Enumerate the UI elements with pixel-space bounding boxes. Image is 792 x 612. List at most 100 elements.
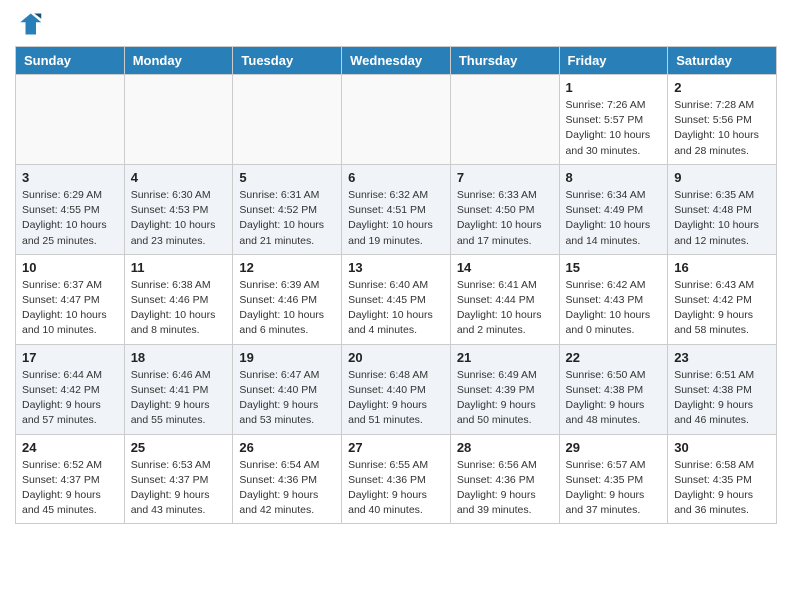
day-info: Sunrise: 6:38 AM Sunset: 4:46 PM Dayligh… (131, 278, 227, 339)
day-cell: 9 Sunrise: 6:35 AM Sunset: 4:48 PM Daylig… (668, 164, 777, 254)
day-info: Sunrise: 6:58 AM Sunset: 4:35 PM Dayligh… (674, 458, 770, 519)
day-cell: 15 Sunrise: 6:42 AM Sunset: 4:43 PM Dayli… (559, 254, 668, 344)
day-number: 18 (131, 350, 227, 365)
day-info: Sunrise: 6:37 AM Sunset: 4:47 PM Dayligh… (22, 278, 118, 339)
day-number: 9 (674, 170, 770, 185)
day-number: 4 (131, 170, 227, 185)
day-number: 13 (348, 260, 444, 275)
day-number: 20 (348, 350, 444, 365)
day-number: 24 (22, 440, 118, 455)
day-info: Sunrise: 6:46 AM Sunset: 4:41 PM Dayligh… (131, 368, 227, 429)
day-info: Sunrise: 6:48 AM Sunset: 4:40 PM Dayligh… (348, 368, 444, 429)
day-cell: 14 Sunrise: 6:41 AM Sunset: 4:44 PM Dayli… (450, 254, 559, 344)
day-cell: 30 Sunrise: 6:58 AM Sunset: 4:35 PM Dayli… (668, 434, 777, 524)
day-cell: 7 Sunrise: 6:33 AM Sunset: 4:50 PM Daylig… (450, 164, 559, 254)
day-number: 3 (22, 170, 118, 185)
logo (15, 10, 47, 38)
day-cell: 22 Sunrise: 6:50 AM Sunset: 4:38 PM Dayli… (559, 344, 668, 434)
day-cell (124, 75, 233, 165)
day-cell: 3 Sunrise: 6:29 AM Sunset: 4:55 PM Daylig… (16, 164, 125, 254)
day-info: Sunrise: 7:26 AM Sunset: 5:57 PM Dayligh… (566, 98, 662, 159)
day-number: 7 (457, 170, 553, 185)
day-cell (450, 75, 559, 165)
day-info: Sunrise: 6:31 AM Sunset: 4:52 PM Dayligh… (239, 188, 335, 249)
day-cell (233, 75, 342, 165)
day-number: 23 (674, 350, 770, 365)
day-cell: 29Sunrise: 6:57 AM Sunset: 4:35 PM Dayli… (559, 434, 668, 524)
day-cell: 2 Sunrise: 7:28 AM Sunset: 5:56 PM Daylig… (668, 75, 777, 165)
day-number: 30 (674, 440, 770, 455)
day-info: Sunrise: 6:55 AM Sunset: 4:36 PM Dayligh… (348, 458, 444, 519)
week-row-5: 24Sunrise: 6:52 AM Sunset: 4:37 PM Dayli… (16, 434, 777, 524)
day-number: 19 (239, 350, 335, 365)
day-info: Sunrise: 6:51 AM Sunset: 4:38 PM Dayligh… (674, 368, 770, 429)
day-info: Sunrise: 6:54 AM Sunset: 4:36 PM Dayligh… (239, 458, 335, 519)
day-info: Sunrise: 6:53 AM Sunset: 4:37 PM Dayligh… (131, 458, 227, 519)
day-cell: 26 Sunrise: 6:54 AM Sunset: 4:36 PM Dayli… (233, 434, 342, 524)
day-cell: 12Sunrise: 6:39 AM Sunset: 4:46 PM Dayli… (233, 254, 342, 344)
logo-icon (15, 10, 43, 38)
day-number: 2 (674, 80, 770, 95)
day-cell: 17 Sunrise: 6:44 AM Sunset: 4:42 PM Dayli… (16, 344, 125, 434)
day-info: Sunrise: 6:39 AM Sunset: 4:46 PM Dayligh… (239, 278, 335, 339)
day-info: Sunrise: 6:56 AM Sunset: 4:36 PM Dayligh… (457, 458, 553, 519)
day-info: Sunrise: 6:33 AM Sunset: 4:50 PM Dayligh… (457, 188, 553, 249)
day-number: 16 (674, 260, 770, 275)
day-info: Sunrise: 6:42 AM Sunset: 4:43 PM Dayligh… (566, 278, 662, 339)
day-number: 29 (566, 440, 662, 455)
day-number: 22 (566, 350, 662, 365)
week-row-2: 3 Sunrise: 6:29 AM Sunset: 4:55 PM Daylig… (16, 164, 777, 254)
day-cell: 5 Sunrise: 6:31 AM Sunset: 4:52 PM Daylig… (233, 164, 342, 254)
day-info: Sunrise: 6:30 AM Sunset: 4:53 PM Dayligh… (131, 188, 227, 249)
col-header-saturday: Saturday (668, 47, 777, 75)
calendar-table: SundayMondayTuesdayWednesdayThursdayFrid… (15, 46, 777, 524)
day-cell: 23 Sunrise: 6:51 AM Sunset: 4:38 PM Dayli… (668, 344, 777, 434)
day-number: 27 (348, 440, 444, 455)
col-header-thursday: Thursday (450, 47, 559, 75)
day-number: 10 (22, 260, 118, 275)
week-row-1: 1 Sunrise: 7:26 AM Sunset: 5:57 PM Daylig… (16, 75, 777, 165)
day-info: Sunrise: 6:29 AM Sunset: 4:55 PM Dayligh… (22, 188, 118, 249)
day-info: Sunrise: 7:28 AM Sunset: 5:56 PM Dayligh… (674, 98, 770, 159)
day-cell: 8Sunrise: 6:34 AM Sunset: 4:49 PM Daylig… (559, 164, 668, 254)
day-cell: 28 Sunrise: 6:56 AM Sunset: 4:36 PM Dayli… (450, 434, 559, 524)
day-cell (16, 75, 125, 165)
day-cell: 11 Sunrise: 6:38 AM Sunset: 4:46 PM Dayli… (124, 254, 233, 344)
page: SundayMondayTuesdayWednesdayThursdayFrid… (0, 0, 792, 534)
day-number: 21 (457, 350, 553, 365)
week-row-3: 10 Sunrise: 6:37 AM Sunset: 4:47 PM Dayli… (16, 254, 777, 344)
day-info: Sunrise: 6:47 AM Sunset: 4:40 PM Dayligh… (239, 368, 335, 429)
header-row: SundayMondayTuesdayWednesdayThursdayFrid… (16, 47, 777, 75)
header (15, 10, 777, 38)
day-info: Sunrise: 6:44 AM Sunset: 4:42 PM Dayligh… (22, 368, 118, 429)
day-info: Sunrise: 6:41 AM Sunset: 4:44 PM Dayligh… (457, 278, 553, 339)
day-cell: 20 Sunrise: 6:48 AM Sunset: 4:40 PM Dayli… (342, 344, 451, 434)
day-number: 26 (239, 440, 335, 455)
day-cell: 25 Sunrise: 6:53 AM Sunset: 4:37 PM Dayli… (124, 434, 233, 524)
day-cell: 13 Sunrise: 6:40 AM Sunset: 4:45 PM Dayli… (342, 254, 451, 344)
day-number: 14 (457, 260, 553, 275)
day-cell: 6Sunrise: 6:32 AM Sunset: 4:51 PM Daylig… (342, 164, 451, 254)
day-number: 17 (22, 350, 118, 365)
day-cell: 21 Sunrise: 6:49 AM Sunset: 4:39 PM Dayli… (450, 344, 559, 434)
day-number: 28 (457, 440, 553, 455)
day-number: 15 (566, 260, 662, 275)
day-cell: 1 Sunrise: 7:26 AM Sunset: 5:57 PM Daylig… (559, 75, 668, 165)
day-number: 5 (239, 170, 335, 185)
col-header-friday: Friday (559, 47, 668, 75)
day-cell: 4 Sunrise: 6:30 AM Sunset: 4:53 PM Daylig… (124, 164, 233, 254)
day-number: 8 (566, 170, 662, 185)
day-info: Sunrise: 6:32 AM Sunset: 4:51 PM Dayligh… (348, 188, 444, 249)
day-info: Sunrise: 6:49 AM Sunset: 4:39 PM Dayligh… (457, 368, 553, 429)
day-number: 11 (131, 260, 227, 275)
day-info: Sunrise: 6:40 AM Sunset: 4:45 PM Dayligh… (348, 278, 444, 339)
day-cell (342, 75, 451, 165)
day-info: Sunrise: 6:50 AM Sunset: 4:38 PM Dayligh… (566, 368, 662, 429)
week-row-4: 17 Sunrise: 6:44 AM Sunset: 4:42 PM Dayli… (16, 344, 777, 434)
day-info: Sunrise: 6:35 AM Sunset: 4:48 PM Dayligh… (674, 188, 770, 249)
day-number: 1 (566, 80, 662, 95)
day-cell: 19 Sunrise: 6:47 AM Sunset: 4:40 PM Dayli… (233, 344, 342, 434)
col-header-tuesday: Tuesday (233, 47, 342, 75)
day-cell: 27 Sunrise: 6:55 AM Sunset: 4:36 PM Dayli… (342, 434, 451, 524)
day-number: 25 (131, 440, 227, 455)
